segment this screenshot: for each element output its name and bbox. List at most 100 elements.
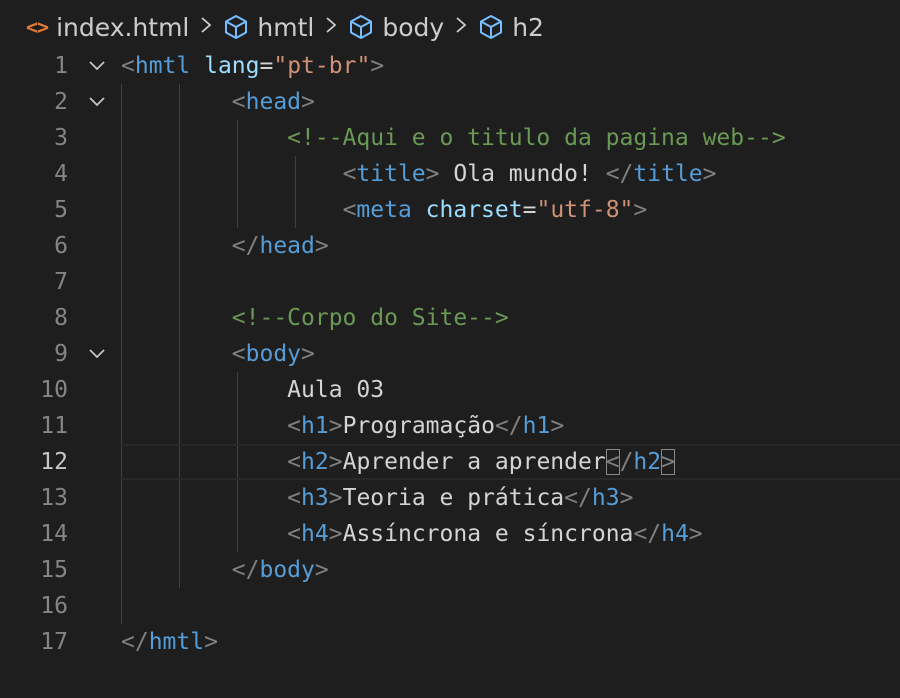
code-token: > <box>619 485 634 511</box>
code-token: Ola mundo! <box>439 161 606 187</box>
line-number: 9 <box>54 341 68 367</box>
code-line[interactable]: 16 <box>0 588 900 624</box>
line-number: 8 <box>54 305 68 331</box>
chevron-right-icon <box>454 13 468 42</box>
code-token: > <box>702 161 717 187</box>
code-token: </ <box>494 413 523 439</box>
code-token: </ <box>564 485 592 511</box>
breadcrumb-label: hmtl <box>257 12 315 42</box>
cube-icon <box>225 15 248 39</box>
line-number: 5 <box>54 197 68 223</box>
code-token: > <box>550 413 565 439</box>
code-token: </ <box>121 629 149 655</box>
breadcrumb-item-body[interactable]: body <box>348 13 444 42</box>
line-number: 12 <box>40 449 68 475</box>
line-content: <h1>Programação</h1> <box>121 408 564 444</box>
code-line[interactable]: 14 <h4>Assíncrona e síncrona</h4> <box>0 516 900 552</box>
code-token: < <box>342 197 357 223</box>
line-number: 7 <box>54 269 68 295</box>
code-line[interactable]: 11 <h1>Programação</h1> <box>0 408 900 444</box>
line-content: </hmtl> <box>121 624 218 660</box>
code-line[interactable]: 3 <!--Aqui e o titulo da pagina web--> <box>0 120 900 156</box>
code-token: > <box>301 89 315 115</box>
fold-chevron-down-icon[interactable] <box>86 55 108 77</box>
line-number: 6 <box>54 233 68 259</box>
breadcrumb-item-hmtl[interactable]: hmtl <box>223 13 314 42</box>
breadcrumb-label: index.html <box>56 12 190 42</box>
fold-chevron-down-icon[interactable] <box>86 343 108 365</box>
line-number: 15 <box>40 557 68 583</box>
code-token: h1 <box>301 413 329 439</box>
code-line[interactable]: 6 </head> <box>0 228 900 264</box>
code-token: > <box>370 53 385 79</box>
code-token: </ <box>633 521 662 547</box>
code-line[interactable]: 17 </hmtl> <box>0 624 900 660</box>
chevron-right-icon <box>199 13 213 42</box>
code-token: h3 <box>301 485 329 511</box>
code-token: = <box>522 197 537 223</box>
code-token: h2 <box>301 449 329 475</box>
code-token: < <box>287 413 302 439</box>
code-token: h1 <box>522 413 551 439</box>
code-token: </ <box>231 557 260 583</box>
code-token: < <box>231 341 246 367</box>
code-token: title <box>356 161 426 187</box>
code-token: > <box>425 161 440 187</box>
code-token: Programação <box>342 413 495 439</box>
line-number: 2 <box>54 89 68 115</box>
line-content: Aula 03 <box>121 372 384 408</box>
code-line[interactable]: 15 </body> <box>0 552 900 588</box>
code-token: hmtl <box>134 53 191 79</box>
code-token: body <box>245 341 302 367</box>
line-number: 1 <box>54 53 68 79</box>
code-line[interactable]: 10 Aula 03 <box>0 372 900 408</box>
code-token: hmtl <box>148 629 205 655</box>
code-line[interactable]: 9 <body> <box>0 336 900 372</box>
code-token: Teoria e prática <box>342 485 565 511</box>
code-line[interactable]: 13 <h3>Teoria e prática</h3> <box>0 480 900 516</box>
line-number: 16 <box>40 593 68 619</box>
line-number: 14 <box>40 521 68 547</box>
code-line[interactable]: 4 <title> Ola mundo! </title> <box>0 156 900 192</box>
code-token: > <box>314 233 329 259</box>
code-token: lang <box>204 53 260 79</box>
code-line[interactable]: 12 <h2>Aprender a aprender</h2> <box>0 444 900 480</box>
code-line[interactable]: 8 <!--Corpo do Site--> <box>0 300 900 336</box>
fold-chevron-down-icon[interactable] <box>86 91 108 113</box>
breadcrumb: <> index.html hmtl body h2 <box>0 0 900 54</box>
code-token: > <box>633 197 648 223</box>
line-content: <h3>Teoria e prática</h3> <box>121 480 633 516</box>
code-area[interactable]: 1 <hmtl lang="pt-br"> 2 <head> 3 <!--Aqui e… <box>0 48 900 660</box>
code-token: meta <box>356 197 412 223</box>
code-token: > <box>314 557 329 583</box>
line-content: <title> Ola mundo! </title> <box>121 156 717 192</box>
code-token: h3 <box>591 485 620 511</box>
breadcrumb-label: body <box>382 12 445 42</box>
breadcrumb-item-file[interactable]: <> index.html <box>26 13 189 42</box>
code-token: < <box>287 521 302 547</box>
breadcrumb-item-h2[interactable]: h2 <box>478 13 544 42</box>
code-line[interactable]: 1 <hmtl lang="pt-br"> <box>0 48 900 84</box>
code-line[interactable]: 7 <box>0 264 900 300</box>
code-editor[interactable]: <> index.html hmtl body h2 1 <hmtl lang=… <box>0 0 900 698</box>
code-token: head <box>259 233 315 259</box>
code-token: body <box>259 557 315 583</box>
code-token: <!--Aqui e o titulo da pagina web--> <box>287 125 786 151</box>
code-token: Aula 03 <box>121 377 385 403</box>
cube-icon <box>350 15 373 39</box>
cube-icon <box>480 15 503 39</box>
code-token: < <box>342 161 357 187</box>
line-content: <!--Corpo do Site--> <box>121 300 509 336</box>
code-line[interactable]: 2 <head> <box>0 84 900 120</box>
code-line[interactable]: 5 <meta charset="utf-8"> <box>0 192 900 228</box>
